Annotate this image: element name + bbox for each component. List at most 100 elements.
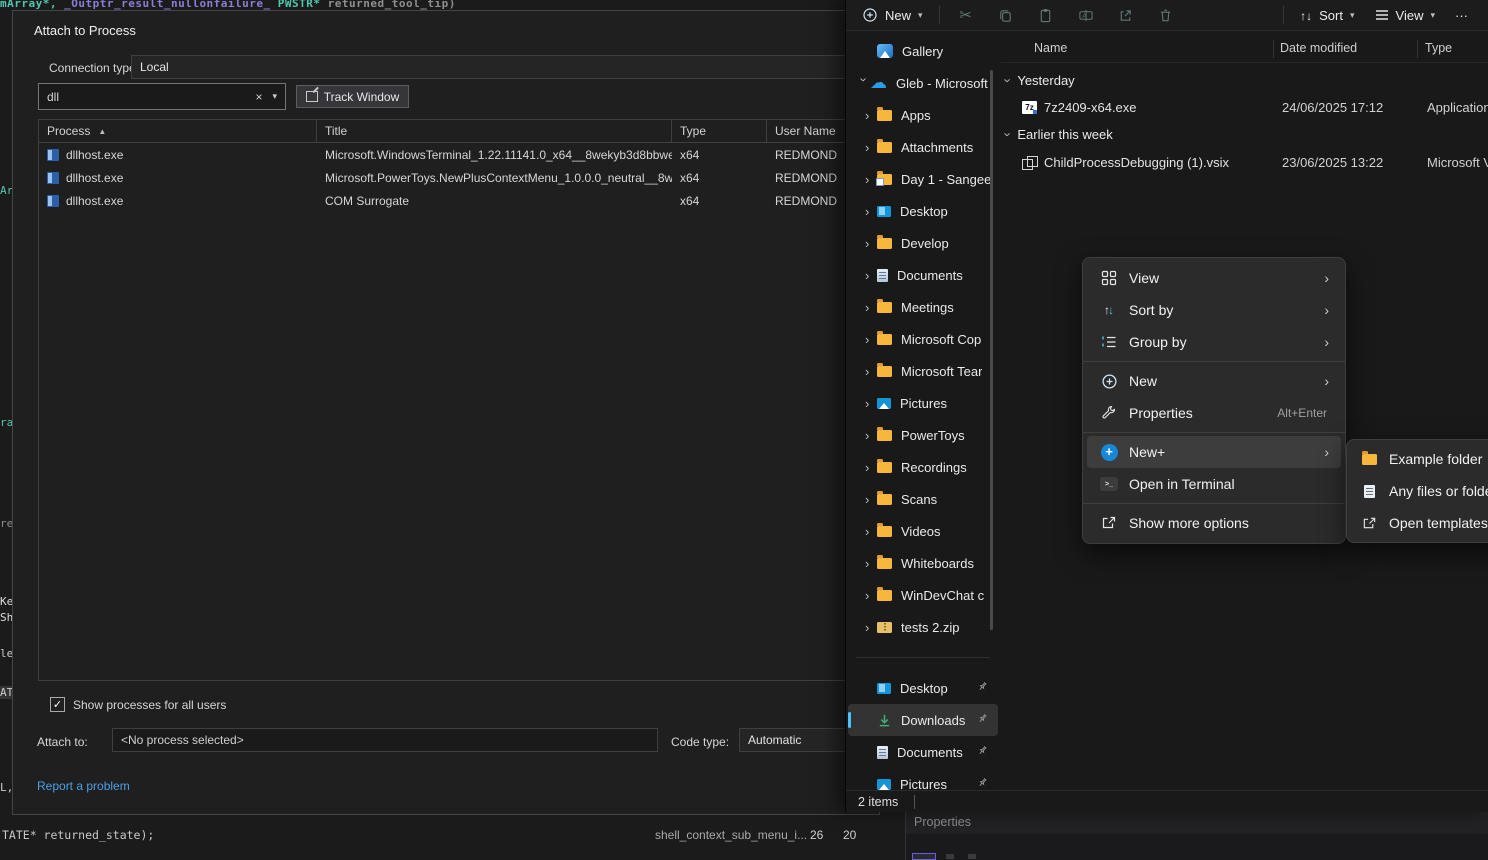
sidebar-item-whiteboards[interactable]: ›Whiteboards: [848, 547, 998, 579]
vs-col-number: 20: [843, 828, 856, 842]
chevron-right-icon[interactable]: ›: [865, 620, 877, 635]
share-button[interactable]: [1106, 2, 1146, 28]
column-header-type[interactable]: Type: [672, 120, 767, 142]
sidebar-item-gallery[interactable]: Gallery: [848, 35, 998, 67]
menu-item-open-in-terminal[interactable]: >_ Open in Terminal: [1087, 468, 1341, 500]
chevron-right-icon[interactable]: ›: [865, 364, 877, 379]
track-window-button[interactable]: Track Window: [296, 85, 409, 108]
menu-item-view[interactable]: View ›: [1087, 262, 1341, 294]
more-options-button[interactable]: ···: [1445, 2, 1478, 28]
attach-to-field[interactable]: <No process selected>: [112, 728, 658, 752]
chevron-down-icon[interactable]: ›: [857, 77, 872, 89]
menu-item-show-more-options[interactable]: Show more options: [1087, 507, 1341, 539]
sidebar-item-scans[interactable]: ›Scans: [848, 483, 998, 515]
sidebar-item-microsoft-teams[interactable]: ›Microsoft Tear: [848, 355, 998, 387]
column-divider[interactable]: [1417, 40, 1418, 58]
code-token: mArray*,: [0, 0, 64, 10]
column-header-name[interactable]: Name: [1034, 41, 1067, 55]
new-button[interactable]: New ▾: [852, 2, 933, 28]
file-row[interactable]: ChildProcessDebugging (1).vsix 23/06/202…: [1001, 151, 1488, 175]
chevron-right-icon[interactable]: ›: [865, 428, 877, 443]
sidebar-item-documents-pinned[interactable]: Documents: [848, 736, 998, 768]
menu-item-properties[interactable]: Properties Alt+Enter: [1087, 397, 1341, 429]
cut-button[interactable]: ✂: [946, 2, 986, 28]
process-icon: [47, 172, 59, 184]
column-header-process[interactable]: Process ▲: [39, 120, 317, 142]
sidebar-item-desktop[interactable]: ›Desktop: [848, 195, 998, 227]
file-date: 23/06/2025 13:22: [1282, 155, 1383, 170]
sort-button[interactable]: ↑↓ Sort ▾: [1290, 2, 1364, 28]
focused-toolbar-button[interactable]: [912, 853, 936, 860]
file-row[interactable]: 7z 7z2409-x64.exe 24/06/2025 17:12 Appli…: [1001, 96, 1488, 120]
table-row[interactable]: dllhost.exe Microsoft.WindowsTerminal_1.…: [39, 143, 870, 166]
sidebar-item-tests-zip[interactable]: ›tests 2.zip: [848, 611, 998, 643]
menu-item-sort-by[interactable]: ↑↓ Sort by ›: [1087, 294, 1341, 326]
chevron-right-icon[interactable]: ›: [865, 140, 877, 155]
delete-button[interactable]: [1146, 2, 1186, 28]
sidebar-item-onedrive[interactable]: › ☁ Gleb - Microsoft: [848, 67, 998, 99]
process-title: Microsoft.PowerToys.NewPlusContextMenu_1…: [317, 171, 672, 185]
chevron-right-icon[interactable]: ›: [865, 268, 877, 283]
filter-dropdown-icon[interactable]: ▾: [272, 91, 277, 102]
sidebar-item-label: WinDevChat c: [901, 588, 984, 603]
chevron-right-icon[interactable]: ›: [865, 588, 877, 603]
table-row[interactable]: dllhost.exe Microsoft.PowerToys.NewPlusC…: [39, 166, 870, 189]
report-problem-link[interactable]: Report a problem: [37, 779, 130, 793]
group-header-yesterday[interactable]: › Yesterday: [1006, 70, 1075, 90]
submenu-item-open-templates[interactable]: Open templates: [1351, 507, 1488, 539]
menu-item-new-plus[interactable]: + New+ ›: [1087, 436, 1341, 468]
column-header-title[interactable]: Title: [317, 120, 672, 142]
sidebar-item-documents[interactable]: ›Documents: [848, 259, 998, 291]
sidebar-item-develop[interactable]: ›Develop: [848, 227, 998, 259]
toolbar-divider: [939, 6, 940, 24]
chevron-right-icon[interactable]: ›: [865, 300, 877, 315]
filter-value: dll: [47, 90, 59, 104]
paste-button[interactable]: [1026, 2, 1066, 28]
chevron-right-icon[interactable]: ›: [865, 332, 877, 347]
view-button[interactable]: View ▾: [1365, 2, 1445, 28]
connection-type-select[interactable]: Local: [131, 55, 873, 79]
chevron-right-icon[interactable]: ›: [865, 236, 877, 251]
sidebar-item-pictures[interactable]: ›Pictures: [848, 387, 998, 419]
sidebar-item-attachments[interactable]: ›Attachments: [848, 131, 998, 163]
menu-item-new[interactable]: New ›: [1087, 365, 1341, 397]
sidebar-item-videos[interactable]: ›Videos: [848, 515, 998, 547]
chevron-right-icon[interactable]: ›: [865, 204, 877, 219]
sidebar-item-apps[interactable]: ›Apps: [848, 99, 998, 131]
sidebar-scrollbar[interactable]: [990, 70, 993, 630]
chevron-down-icon[interactable]: ›: [1001, 78, 1016, 82]
chevron-right-icon[interactable]: ›: [865, 396, 877, 411]
sidebar-item-desktop-pinned[interactable]: Desktop: [848, 672, 998, 704]
column-header-date[interactable]: Date modified: [1280, 41, 1357, 55]
column-divider[interactable]: [1273, 40, 1274, 58]
sidebar-item-microsoft-copilot[interactable]: ›Microsoft Cop: [848, 323, 998, 355]
folder-icon: [877, 430, 892, 441]
chevron-right-icon[interactable]: ›: [865, 556, 877, 571]
sidebar-item-recordings[interactable]: ›Recordings: [848, 451, 998, 483]
chevron-right-icon[interactable]: ›: [865, 460, 877, 475]
chevron-right-icon[interactable]: ›: [865, 492, 877, 507]
submenu-item-any-files[interactable]: Any files or folde: [1351, 475, 1488, 507]
sidebar-item-powertoys[interactable]: ›PowerToys: [848, 419, 998, 451]
copy-button[interactable]: [986, 2, 1026, 28]
sidebar-item-day1[interactable]: ›Day 1 - Sangee: [848, 163, 998, 195]
clear-filter-icon[interactable]: ×: [255, 90, 262, 104]
process-filter-input[interactable]: dll × ▾: [38, 83, 286, 110]
column-header-type[interactable]: Type: [1425, 41, 1452, 55]
group-header-earlier[interactable]: › Earlier this week: [1006, 124, 1113, 144]
sidebar-item-windevchat[interactable]: › WinDevChat c: [848, 579, 998, 611]
sidebar-item-downloads[interactable]: Downloads: [848, 704, 998, 736]
chevron-right-icon[interactable]: ›: [865, 524, 877, 539]
table-row[interactable]: dllhost.exe COM Surrogate x64 REDMOND: [39, 189, 870, 212]
chevron-down-icon[interactable]: ›: [1001, 132, 1016, 136]
submenu-item-example-folder[interactable]: Example folder: [1351, 443, 1488, 475]
vs-breadcrumb-symbol[interactable]: shell_context_sub_menu_i...: [655, 828, 807, 842]
chevron-right-icon[interactable]: ›: [865, 108, 877, 123]
rename-button[interactable]: A: [1066, 2, 1106, 28]
sidebar-item-meetings[interactable]: ›Meetings: [848, 291, 998, 323]
code-token: PWSTR*: [278, 0, 321, 10]
show-all-users-checkbox[interactable]: ✓: [50, 697, 65, 712]
process-type: x64: [672, 171, 767, 185]
menu-item-group-by[interactable]: Group by ›: [1087, 326, 1341, 358]
menu-separator: [1083, 361, 1345, 362]
